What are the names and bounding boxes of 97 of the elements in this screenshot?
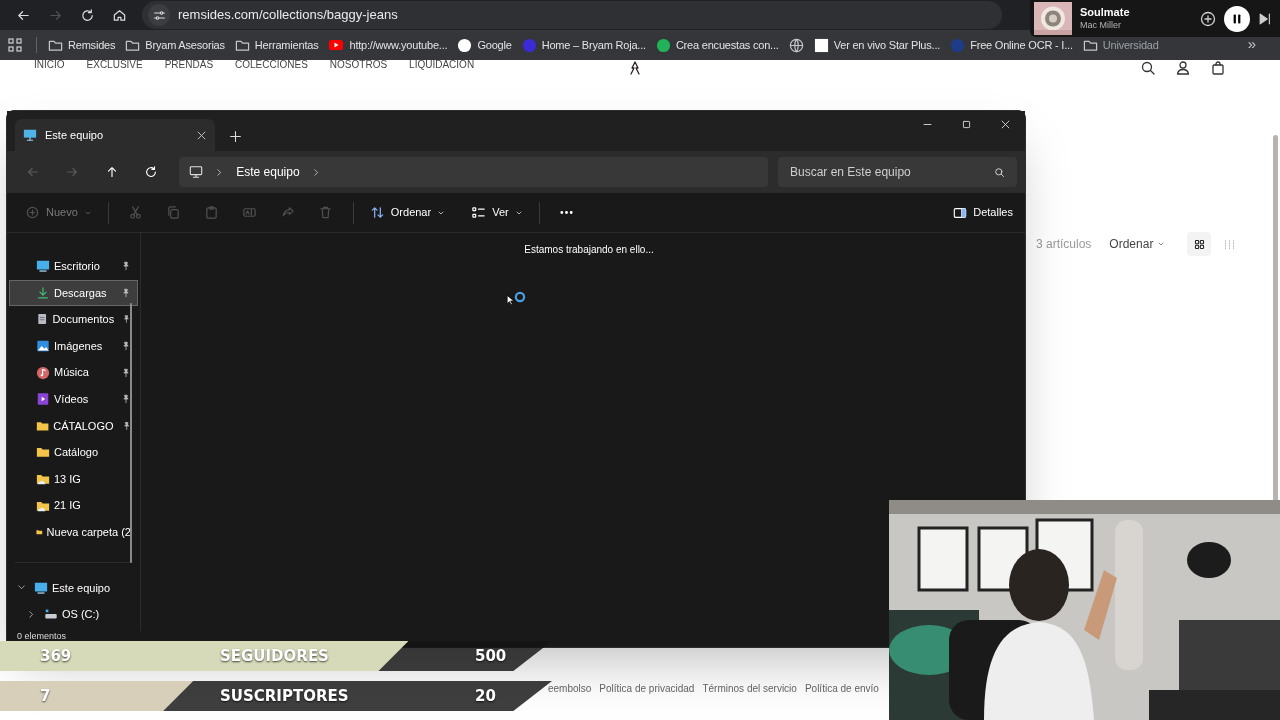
panel-icon (953, 205, 968, 220)
home-icon (111, 7, 127, 23)
bookmark-folder[interactable]: Universidad (1077, 33, 1164, 57)
cloud-folder-icon (36, 472, 50, 487)
chevron-icon (311, 167, 321, 177)
nav-link[interactable]: NOSOTROS (329, 60, 388, 72)
bookmark[interactable]: http://www.youtube... (323, 33, 453, 57)
stat-label: SUSCRIPTORES (220, 685, 349, 707)
pause-icon (1231, 12, 1243, 25)
pause-button[interactable] (1224, 5, 1250, 32)
cursor-icon (506, 293, 516, 307)
track-title: Soulmate (1080, 6, 1131, 20)
video-icon (36, 392, 50, 407)
caret-icon (1157, 240, 1166, 248)
search-field[interactable]: Buscar en Este equipo (778, 157, 1017, 187)
bookmark[interactable]: Google (452, 33, 517, 57)
sidebar-item[interactable]: CÁTALOGO (9, 412, 138, 440)
sidebar-item[interactable]: Catálogo (9, 439, 138, 466)
loading-spinner-icon (514, 291, 526, 303)
stat-goal: 500 (475, 645, 507, 667)
reload-icon (79, 7, 95, 23)
nav-link[interactable]: LIQUIDACION (409, 60, 475, 72)
details-button[interactable]: Detalles (953, 204, 1013, 221)
plus-icon (229, 130, 242, 143)
monitor-icon (189, 165, 204, 179)
sidebar-item[interactable]: Documentos (9, 306, 138, 333)
stat-goal: 20 (475, 685, 496, 707)
address-bar[interactable]: remsides.com/collections/baggy-jeans (142, 1, 1002, 29)
sort-button[interactable]: Ordenar (363, 197, 452, 228)
sidebar-item[interactable]: Música (9, 359, 138, 386)
tree-item[interactable]: Este equipo (7, 574, 140, 602)
address-bar[interactable]: Este equipo (179, 157, 768, 187)
product-count: 3 artículos (1036, 236, 1092, 253)
nav-link[interactable]: PRENDAS (164, 60, 214, 72)
search-icon (1140, 60, 1156, 76)
folder-icon (36, 445, 50, 460)
sidebar-item[interactable]: Vídeos (9, 385, 138, 413)
document-icon (36, 312, 49, 327)
url-text: remsides.com/collections/baggy-jeans (178, 6, 398, 25)
track-artist: Mac Miller (1080, 19, 1122, 31)
footer-link[interactable]: Política de privacidad (599, 681, 695, 696)
stat-count: 7 (40, 685, 51, 707)
monitor-icon (23, 128, 37, 142)
skip-next-icon (1258, 11, 1272, 26)
bookmark[interactable]: Ver en vivo Star Plus... (808, 33, 946, 57)
scrollbar[interactable] (130, 303, 132, 563)
bookmark-folder[interactable]: Herramientas (229, 33, 324, 57)
search-icon (994, 167, 1005, 178)
footer-link[interactable]: eembolso (548, 681, 592, 696)
window-tab[interactable]: Este equipo (15, 119, 215, 151)
stat-label: SEGUIDORES (220, 645, 329, 667)
search-button[interactable] (1140, 60, 1156, 76)
maximize-icon (961, 118, 972, 130)
nav-link[interactable]: COLECCIONES (235, 60, 308, 72)
close-icon (1000, 118, 1011, 130)
sidebar-item[interactable]: 21 IG (9, 492, 138, 519)
add-button[interactable] (1200, 10, 1216, 27)
sort-dropdown[interactable]: Ordenar (1109, 235, 1166, 253)
tab-title: Este equipo (45, 127, 105, 143)
item-count: 0 elementos (17, 631, 67, 641)
user-button[interactable] (1175, 60, 1191, 76)
image-icon (36, 339, 50, 354)
footer-link[interactable]: Política de envío (804, 681, 879, 696)
nav-link[interactable]: INICIO (34, 60, 65, 72)
plus-circle-icon (1200, 10, 1216, 27)
next-track-button[interactable] (1258, 11, 1272, 26)
dot-grid-icon (1222, 237, 1236, 251)
globe-icon (788, 37, 804, 53)
stat-count: 369 (40, 645, 72, 667)
sidebar-item[interactable]: 13 IG (9, 465, 138, 493)
bookmark[interactable]: Home – Bryam Roja... (516, 33, 651, 57)
sidebar-item[interactable]: Nueva carpeta (2 (9, 518, 138, 546)
sidebar-item[interactable]: Imágenes (9, 332, 138, 360)
bookmark[interactable]: Crea encuestas con... (650, 33, 784, 57)
bookmark[interactable]: Free Online OCR - I... (945, 33, 1078, 57)
new-tab-button[interactable] (229, 130, 242, 143)
status-message: Estamos trabajando en ello... (524, 243, 654, 257)
sidebar-item[interactable]: Escritorio (9, 253, 138, 280)
view-button[interactable]: Ver (465, 197, 529, 228)
bookmark-folder[interactable]: Bryam Asesorias (120, 33, 230, 57)
sidebar-item[interactable]: Descargas (9, 279, 138, 307)
bookmark-folder[interactable]: Remsides (43, 33, 121, 57)
site-info-icon[interactable] (148, 4, 170, 26)
desktop-icon (36, 259, 50, 274)
close-tab-button[interactable] (196, 129, 207, 141)
tree-item[interactable]: OS (C:) (7, 601, 140, 628)
bag-button[interactable] (1210, 60, 1226, 76)
grid-layout-button[interactable] (1187, 232, 1212, 256)
footer-link[interactable]: Términos del servicio (702, 681, 797, 696)
four-squares-icon (1192, 237, 1206, 251)
close-icon (196, 129, 207, 141)
nav-link[interactable]: EXCLUSIVE (86, 60, 143, 72)
blank-page-icon (813, 37, 829, 53)
desktop-icon (34, 580, 48, 595)
music-note-icon (36, 365, 50, 380)
download-icon (36, 285, 50, 300)
breadcrumb-item[interactable]: Este equipo (236, 163, 300, 181)
